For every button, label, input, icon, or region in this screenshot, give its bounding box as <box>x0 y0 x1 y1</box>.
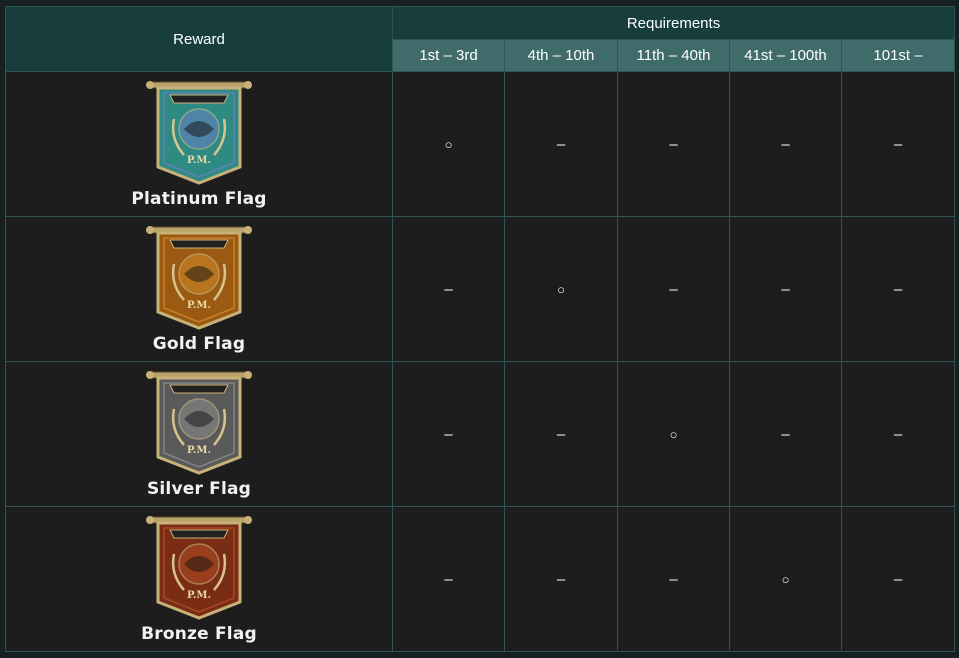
rank-header-2: 4th – 10th <box>504 39 618 72</box>
requirement-cell: ○ <box>617 361 730 507</box>
rewards-table: Reward Requirements 1st – 3rd 4th – 10th… <box>5 6 956 652</box>
reward-cell: P.M. Gold Flag <box>5 216 393 362</box>
reward-name: Platinum Flag <box>131 189 267 209</box>
requirement-cell: – <box>392 216 505 362</box>
flag-emblem-icon: P.M. <box>146 516 252 620</box>
requirement-cell: – <box>617 71 730 217</box>
reward-header: Reward <box>5 6 393 72</box>
requirement-cell: – <box>840 506 956 652</box>
requirement-cell: ○ <box>729 506 842 652</box>
requirement-cell: – <box>617 506 730 652</box>
requirement-cell: – <box>729 216 842 362</box>
eligible-mark: ○ <box>557 281 565 297</box>
not-eligible-mark: – <box>893 425 903 443</box>
reward-cell: P.M. Platinum Flag <box>5 71 393 217</box>
not-eligible-mark: – <box>444 280 453 298</box>
table-row: P.M. Gold Flag – ○ – – – <box>5 216 956 362</box>
not-eligible-mark: – <box>781 280 790 298</box>
eligible-mark: ○ <box>669 426 678 442</box>
requirement-cell: – <box>504 71 618 217</box>
table-row: P.M. Silver Flag – – ○ – – <box>5 361 956 507</box>
reward-name: Bronze Flag <box>141 624 257 644</box>
requirement-cell: – <box>840 71 956 217</box>
table-row: P.M. Platinum Flag ○ – – – – <box>5 71 956 217</box>
rank-header-1: 1st – 3rd <box>392 39 505 72</box>
requirement-cell: – <box>617 216 730 362</box>
requirement-cell: – <box>504 361 618 507</box>
reward-item: P.M. Silver Flag <box>6 369 392 499</box>
not-eligible-mark: – <box>781 135 790 153</box>
requirements-header: Requirements <box>391 6 956 40</box>
reward-name: Gold Flag <box>152 334 246 354</box>
table-row: P.M. Bronze Flag – – – ○ – <box>5 506 956 652</box>
flag-emblem-icon: P.M. <box>146 371 252 475</box>
requirement-cell: ○ <box>504 216 618 362</box>
reward-item: P.M. Bronze Flag <box>6 514 392 644</box>
not-eligible-mark: – <box>444 425 453 443</box>
requirement-cell: – <box>729 71 842 217</box>
not-eligible-mark: – <box>781 425 790 443</box>
rank-header-5: 101st – <box>840 39 956 72</box>
reward-item: P.M. Platinum Flag <box>6 79 392 209</box>
requirement-cell: – <box>392 361 505 507</box>
requirement-cell: ○ <box>392 71 505 217</box>
not-eligible-mark: – <box>556 135 566 153</box>
flag-emblem-icon: P.M. <box>146 81 252 185</box>
flag-emblem-icon: P.M. <box>146 226 252 330</box>
not-eligible-mark: – <box>556 425 566 443</box>
not-eligible-mark: – <box>669 280 678 298</box>
not-eligible-mark: – <box>669 135 678 153</box>
flag-emblem-text: P.M. <box>187 300 211 311</box>
not-eligible-mark: – <box>669 570 678 588</box>
eligible-mark: ○ <box>781 571 790 587</box>
reward-cell: P.M. Bronze Flag <box>5 506 393 652</box>
requirement-cell: – <box>840 361 956 507</box>
not-eligible-mark: – <box>893 135 903 153</box>
not-eligible-mark: – <box>556 570 566 588</box>
page-frame: Reward Requirements 1st – 3rd 4th – 10th… <box>0 0 959 658</box>
not-eligible-mark: – <box>893 280 903 298</box>
requirement-cell: – <box>392 506 505 652</box>
flag-emblem-text: P.M. <box>187 445 211 456</box>
not-eligible-mark: – <box>444 570 453 588</box>
flag-emblem-text: P.M. <box>187 590 211 601</box>
reward-cell: P.M. Silver Flag <box>5 361 393 507</box>
table-body: P.M. Platinum Flag ○ – – – – P.M. Gold Flag – ○ – – –… <box>5 71 956 652</box>
reward-name: Silver Flag <box>146 479 252 499</box>
rank-header-3: 11th – 40th <box>617 39 730 72</box>
requirement-cell: – <box>840 216 956 362</box>
requirement-cell: – <box>729 361 842 507</box>
eligible-mark: ○ <box>444 136 453 152</box>
reward-item: P.M. Gold Flag <box>6 224 392 354</box>
requirement-cell: – <box>504 506 618 652</box>
not-eligible-mark: – <box>893 570 903 588</box>
flag-emblem-text: P.M. <box>187 155 211 166</box>
rank-header-4: 41st – 100th <box>729 39 842 72</box>
